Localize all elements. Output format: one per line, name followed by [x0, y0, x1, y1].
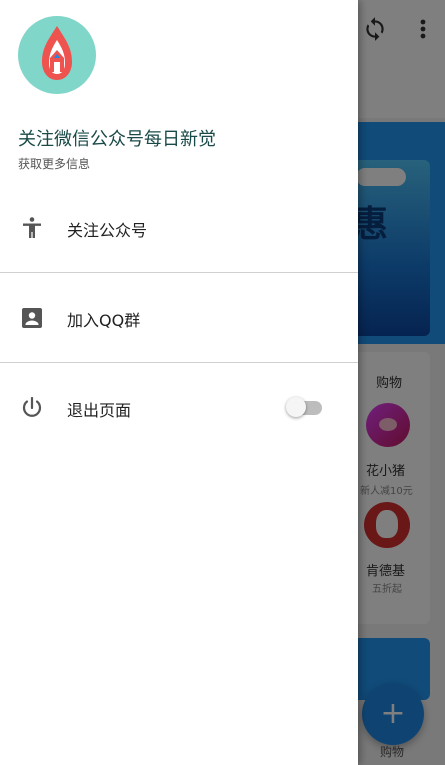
menu-item-join-qq-group[interactable]: 加入QQ群 [0, 290, 358, 346]
menu-item-label: 关注公众号 [67, 221, 148, 240]
drawer-header-title: 关注微信公众号每日新觉 [18, 129, 216, 150]
menu-item-label: 加入QQ群 [67, 311, 141, 330]
drawer-header-subtitle: 获取更多信息 [18, 157, 91, 171]
menu-item-label: 退出页面 [67, 401, 132, 420]
flame-house-icon [42, 26, 72, 80]
exit-page-toggle[interactable] [286, 397, 324, 417]
divider [0, 362, 358, 363]
accessibility-icon [23, 217, 41, 238]
navigation-drawer: 关注微信公众号每日新觉 获取更多信息 关注公众号 加入QQ群 退出页面 [0, 0, 358, 765]
app-logo-icon[interactable] [18, 16, 96, 94]
menu-item-follow-account[interactable]: 关注公众号 [0, 200, 358, 256]
toggle-thumb [286, 397, 306, 417]
power-icon [22, 396, 42, 417]
menu-item-exit-page[interactable]: 退出页面 [0, 380, 358, 436]
divider [0, 272, 358, 273]
account-box-icon [22, 308, 42, 328]
